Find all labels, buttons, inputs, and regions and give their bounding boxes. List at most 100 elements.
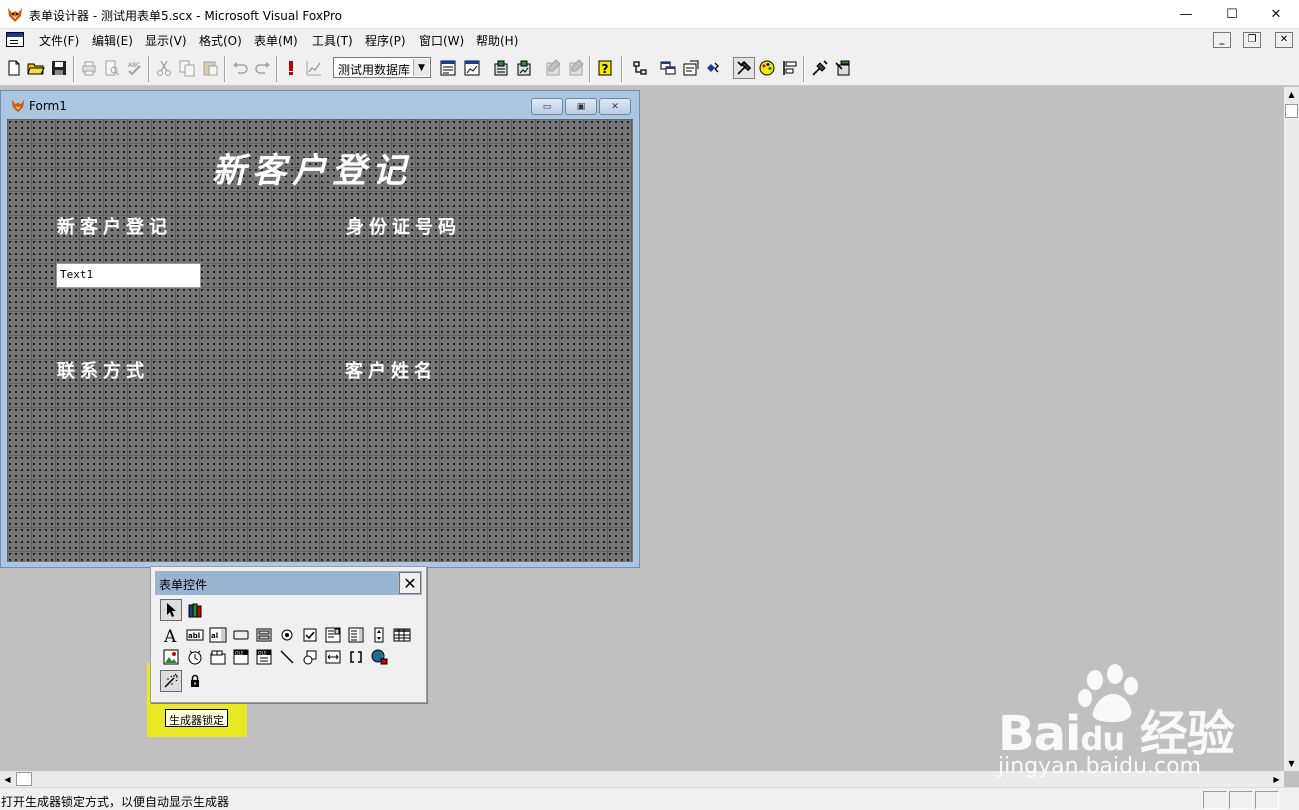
container-tool-icon[interactable] bbox=[322, 646, 344, 668]
save-disk-icon[interactable] bbox=[48, 57, 70, 79]
form-controls-title-bar[interactable]: 表单控件 ✕ bbox=[155, 571, 422, 595]
grid-tool-icon[interactable] bbox=[391, 624, 413, 646]
listbox-tool-icon[interactable] bbox=[345, 624, 367, 646]
scroll-down-icon[interactable]: ▼ bbox=[1284, 756, 1299, 771]
system-menu-icon[interactable] bbox=[6, 32, 24, 47]
menu-program[interactable]: 程序(P) bbox=[365, 32, 406, 49]
builder-lock-icon[interactable] bbox=[184, 670, 206, 692]
olecontrol-tool-icon[interactable]: OLE bbox=[253, 646, 275, 668]
label-new-customer[interactable]: 新客户登记 bbox=[57, 213, 172, 239]
menu-edit[interactable]: 编辑(E) bbox=[92, 32, 133, 49]
spinner-tool-icon[interactable] bbox=[368, 624, 390, 646]
mdi-restore-button[interactable]: ❐ bbox=[1243, 32, 1261, 48]
label-contact[interactable]: 联系方式 bbox=[57, 357, 149, 383]
form-controls-close-button[interactable]: ✕ bbox=[399, 572, 421, 594]
menu-window[interactable]: 窗口(W) bbox=[419, 32, 464, 49]
builder-wand-icon[interactable] bbox=[160, 670, 182, 692]
scroll-left-icon[interactable]: ◀ bbox=[0, 771, 15, 787]
vertical-scroll-thumb[interactable] bbox=[1285, 104, 1298, 118]
form-heading-label[interactable]: 新客户登记 bbox=[212, 143, 412, 192]
select-objects-icon[interactable] bbox=[160, 599, 182, 621]
form-controls-toolbar-icon[interactable] bbox=[733, 57, 755, 79]
scroll-right-icon[interactable]: ▶ bbox=[1269, 771, 1284, 787]
editbox-tool-icon[interactable]: al bbox=[207, 624, 229, 646]
spell-check-icon[interactable]: ABC bbox=[124, 57, 146, 79]
form-controls-toolbar[interactable]: 表单控件 ✕ A abl al OLE OLE bbox=[150, 566, 427, 703]
separator-tool-icon[interactable] bbox=[345, 646, 367, 668]
align-toolbar-icon[interactable] bbox=[779, 57, 801, 79]
modify-chart-icon[interactable] bbox=[303, 57, 325, 79]
foxpro-fox-icon bbox=[8, 8, 22, 22]
status-bar: 打开生成器锁定方式，以便自动显示生成器 bbox=[0, 787, 1299, 810]
label-id-number[interactable]: 身份证号码 bbox=[346, 213, 461, 239]
layout-toolbar-icon[interactable] bbox=[703, 57, 725, 79]
paste-icon[interactable] bbox=[199, 57, 221, 79]
redo-icon[interactable] bbox=[252, 57, 274, 79]
undo-icon[interactable] bbox=[229, 57, 251, 79]
color-palette-icon[interactable] bbox=[756, 57, 778, 79]
menu-file[interactable]: 文件(F) bbox=[39, 32, 79, 49]
status-pane-2 bbox=[1229, 791, 1253, 809]
label-tool-icon[interactable]: A bbox=[160, 624, 182, 646]
form1-restore-button[interactable]: ▣ bbox=[565, 98, 597, 115]
cut-icon[interactable] bbox=[153, 57, 175, 79]
mdi-close-button[interactable]: ✕ bbox=[1275, 32, 1293, 48]
code-window-icon[interactable] bbox=[680, 57, 702, 79]
svg-text:al: al bbox=[211, 632, 218, 640]
option-group-tool-icon[interactable] bbox=[276, 624, 298, 646]
menu-view[interactable]: 显示(V) bbox=[145, 32, 187, 49]
help-question-icon[interactable]: ? bbox=[594, 57, 616, 79]
pageframe-tool-icon[interactable] bbox=[207, 646, 229, 668]
autoform-icon[interactable] bbox=[542, 57, 564, 79]
window-minimize-button[interactable]: — bbox=[1163, 0, 1209, 29]
print-icon[interactable] bbox=[78, 57, 100, 79]
form-wizard-icon[interactable] bbox=[490, 57, 512, 79]
status-pane-3 bbox=[1255, 791, 1279, 809]
chevron-down-icon[interactable]: ▼ bbox=[413, 59, 429, 76]
properties-window-icon[interactable] bbox=[657, 57, 679, 79]
text1-textbox[interactable]: Text1 bbox=[56, 263, 201, 288]
mdi-minimize-button[interactable]: _ bbox=[1213, 32, 1231, 48]
horizontal-scroll-thumb[interactable] bbox=[16, 772, 32, 786]
database-select-value: 测试用数据库 bbox=[338, 63, 411, 77]
view-classes-icon[interactable] bbox=[184, 599, 206, 621]
autoformat-icon[interactable] bbox=[832, 57, 854, 79]
form1-title-bar[interactable]: Form1 ▭ ▣ ✕ bbox=[1, 91, 639, 119]
form-builder-icon[interactable] bbox=[809, 57, 831, 79]
menu-form[interactable]: 表单(M) bbox=[254, 32, 298, 49]
autoreport-icon[interactable] bbox=[565, 57, 587, 79]
command-group-tool-icon[interactable] bbox=[253, 624, 275, 646]
database-select[interactable]: 测试用数据库 ▼ bbox=[333, 57, 431, 78]
menu-tools[interactable]: 工具(T) bbox=[312, 32, 353, 49]
form-design-canvas[interactable]: 新客户登记 新客户登记 身份证号码 Text1 联系方式 客户姓名 bbox=[7, 119, 633, 562]
run-exclamation-icon[interactable] bbox=[280, 57, 302, 79]
data-environment-icon[interactable] bbox=[629, 57, 651, 79]
menu-help[interactable]: 帮助(H) bbox=[476, 32, 518, 49]
scroll-up-icon[interactable]: ▲ bbox=[1284, 87, 1299, 102]
form1-minimize-button[interactable]: ▭ bbox=[531, 98, 563, 115]
form1-close-button[interactable]: ✕ bbox=[599, 98, 631, 115]
command-button-tool-icon[interactable] bbox=[230, 624, 252, 646]
new-file-icon[interactable] bbox=[3, 57, 25, 79]
form1-window[interactable]: Form1 ▭ ▣ ✕ 新客户登记 新客户登记 身份证号码 Text1 联系方式… bbox=[0, 90, 640, 568]
textbox-tool-icon[interactable]: abl bbox=[184, 624, 206, 646]
print-preview-icon[interactable] bbox=[101, 57, 123, 79]
line-tool-icon[interactable] bbox=[276, 646, 298, 668]
hyperlink-globe-icon[interactable] bbox=[368, 646, 390, 668]
report-wizard-icon[interactable] bbox=[513, 57, 535, 79]
copy-icon[interactable] bbox=[176, 57, 198, 79]
form-window-icon[interactable] bbox=[437, 57, 459, 79]
oleboundcontrol-tool-icon[interactable]: OLE bbox=[230, 646, 252, 668]
window-maximize-button[interactable]: ☐ bbox=[1209, 0, 1255, 29]
report-window-icon[interactable] bbox=[461, 57, 483, 79]
vertical-scrollbar[interactable]: ▲ ▼ bbox=[1284, 87, 1299, 771]
open-folder-icon[interactable] bbox=[25, 57, 47, 79]
image-tool-icon[interactable] bbox=[160, 646, 182, 668]
shape-tool-icon[interactable] bbox=[299, 646, 321, 668]
combobox-tool-icon[interactable] bbox=[322, 624, 344, 646]
menu-format[interactable]: 格式(O) bbox=[199, 32, 242, 49]
label-customer-name[interactable]: 客户姓名 bbox=[345, 357, 437, 383]
checkbox-tool-icon[interactable] bbox=[299, 624, 321, 646]
timer-tool-icon[interactable] bbox=[184, 646, 206, 668]
window-close-button[interactable]: ✕ bbox=[1253, 0, 1299, 29]
